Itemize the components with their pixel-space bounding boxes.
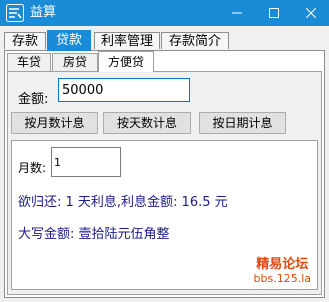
tab-loan[interactable]: 贷款	[47, 30, 91, 51]
close-icon	[306, 8, 316, 18]
months-input[interactable]	[51, 147, 121, 177]
maximize-button[interactable]	[256, 0, 292, 26]
amount-input[interactable]	[58, 78, 190, 102]
minimize-icon	[232, 12, 242, 14]
maximize-icon	[269, 8, 279, 18]
result-box: 月数: 欲归还: 1 天利息,利息金额: 16.5 元 大写金额: 壹拾陆元伍角…	[11, 140, 318, 290]
tab-house-loan[interactable]: 房贷	[52, 53, 98, 71]
tab-convenient-loan[interactable]: 方便贷	[98, 51, 154, 72]
tab-rate-management[interactable]: 利率管理	[94, 32, 160, 49]
tab-deposit-intro[interactable]: 存款简介	[161, 32, 229, 49]
tab-car-loan[interactable]: 车贷	[7, 53, 51, 71]
calc-by-date-button[interactable]: 按日期计息	[199, 112, 286, 134]
capital-amount-text: 大写金额: 壹拾陆元伍角整	[18, 227, 170, 242]
site-watermark: 精易论坛 bbs.125.la	[254, 257, 311, 285]
calc-by-day-button[interactable]: 按天数计息	[103, 112, 191, 134]
calc-by-month-button[interactable]: 按月数计息	[11, 112, 98, 134]
watermark-url: bbs.125.la	[253, 272, 311, 285]
months-label: 月数:	[18, 161, 47, 175]
tab-deposit[interactable]: 存款	[4, 32, 46, 49]
title-bar[interactable]: 益算	[0, 0, 329, 26]
watermark-title: 精易论坛	[256, 257, 309, 272]
amount-label: 金额:	[18, 92, 49, 107]
app-logo-icon	[6, 4, 24, 22]
window-title: 益算	[30, 5, 57, 20]
minimize-button[interactable]	[219, 0, 255, 26]
close-button[interactable]	[293, 0, 329, 26]
repay-result-text: 欲归还: 1 天利息,利息金额: 16.5 元	[18, 195, 228, 210]
window-body: 存款 贷款 利率管理 存款简介 车贷 房贷 方便贷 金额: 按月数计息 按天数计…	[0, 26, 329, 302]
convenient-loan-panel: 金额: 按月数计息 按天数计息 按日期计息 月数: 欲归还: 1 天利息,利息金…	[7, 71, 322, 295]
loan-panel: 车贷 房贷 方便贷 金额: 按月数计息 按天数计息 按日期计息 月数: 欲归还:…	[4, 50, 325, 298]
